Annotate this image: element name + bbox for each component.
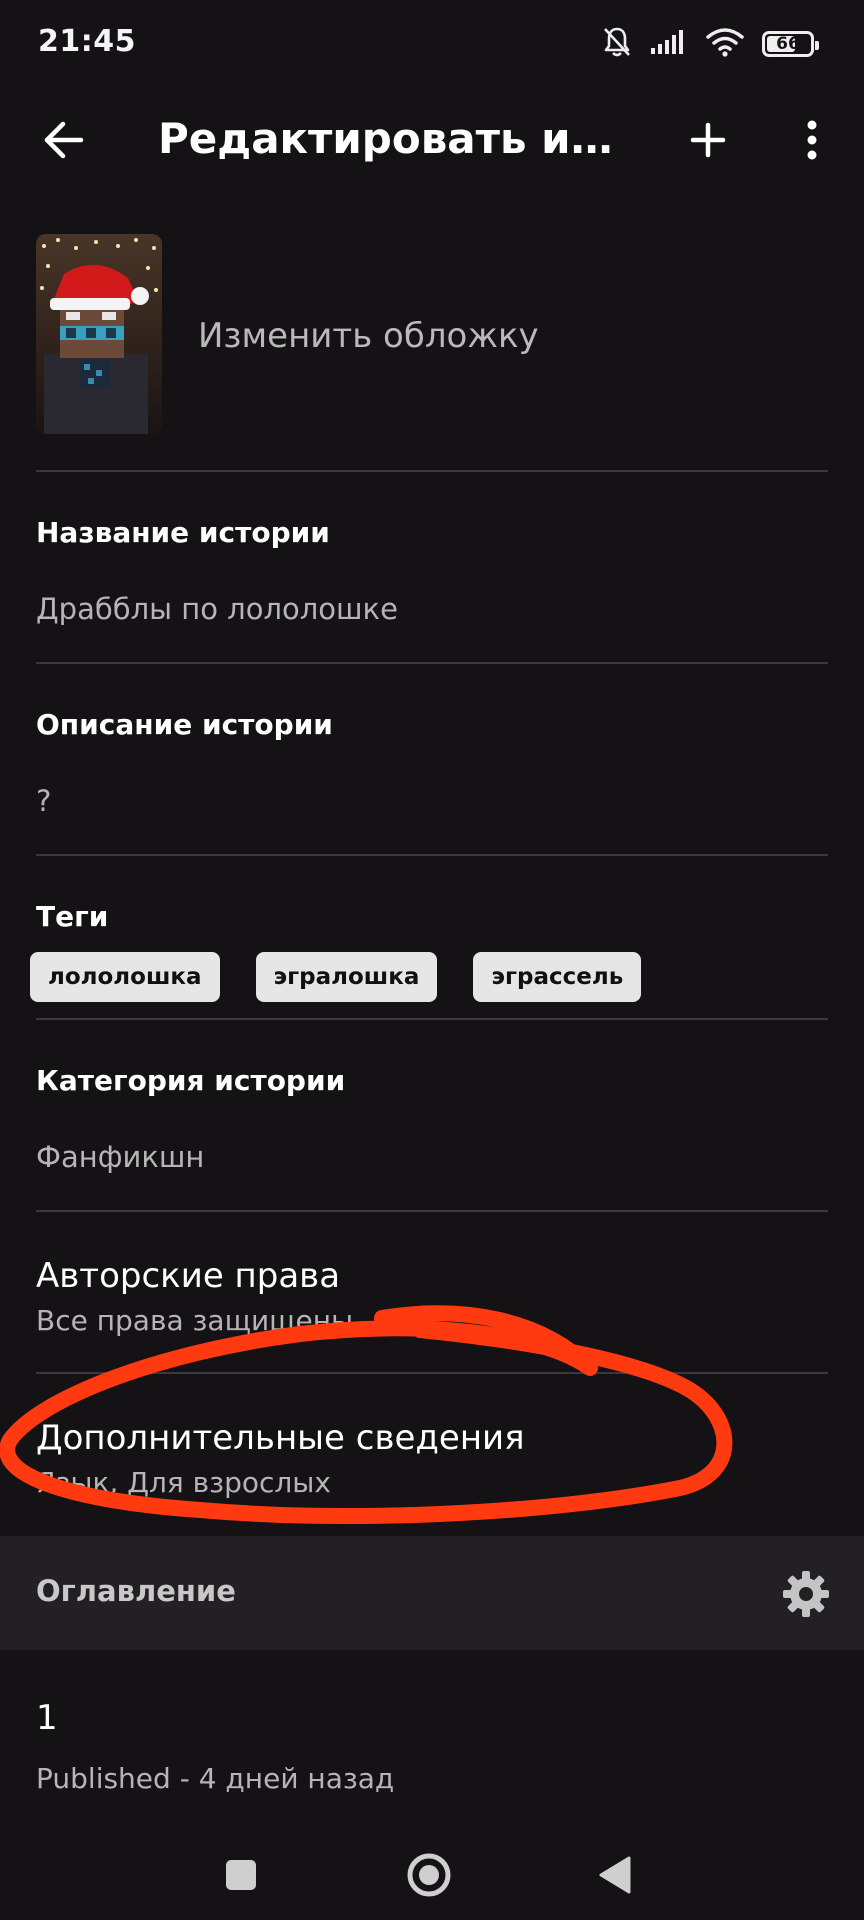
battery-level: 66	[776, 34, 800, 54]
category-label: Категория истории	[36, 1064, 346, 1097]
app-bar: Редактировать история	[0, 100, 864, 180]
divider	[36, 470, 828, 472]
triangle-back-icon	[599, 1856, 631, 1894]
cover-image[interactable]	[36, 234, 162, 434]
story-description-label: Описание истории	[36, 708, 333, 741]
divider	[36, 1210, 828, 1212]
divider	[36, 662, 828, 664]
category-value[interactable]: Фанфикшн	[36, 1140, 204, 1174]
story-title-label: Название истории	[36, 516, 330, 549]
status-time: 21:45	[38, 24, 136, 59]
edit-story-screen: 21:45 66 Редактировать ист Изменить обло…	[0, 0, 864, 1920]
signal-icon	[650, 29, 688, 59]
page-title: Редактировать история	[158, 114, 618, 163]
back-arrow-icon	[44, 121, 84, 159]
home-button[interactable]	[394, 1840, 464, 1910]
recents-button[interactable]	[206, 1840, 276, 1910]
tag-chip[interactable]: эгралошка	[255, 952, 438, 1002]
toc-label: Оглавление	[36, 1574, 236, 1608]
status-icons: 66	[602, 26, 819, 62]
tag-chip[interactable]: эграссель	[473, 952, 642, 1002]
divider	[36, 1018, 828, 1020]
system-nav-bar	[0, 1830, 864, 1920]
back-button[interactable]	[36, 112, 92, 168]
plus-icon	[690, 122, 726, 158]
back-nav-button[interactable]	[580, 1840, 650, 1910]
wifi-icon	[706, 27, 744, 61]
toc-settings-button[interactable]	[776, 1564, 836, 1624]
bell-off-icon	[602, 26, 632, 62]
copyright-value: Все права защищены	[36, 1304, 354, 1337]
additional-info-label: Дополнительные сведения	[36, 1418, 525, 1458]
change-cover-row[interactable]: Изменить обложку	[0, 230, 864, 440]
copyright-label: Авторские права	[36, 1256, 341, 1296]
square-icon	[226, 1860, 256, 1890]
circle-icon	[407, 1853, 451, 1897]
add-part-button[interactable]	[680, 112, 736, 168]
more-options-button[interactable]	[784, 112, 840, 168]
chapter-status: Published - 4 дней назад	[36, 1762, 395, 1795]
status-bar: 21:45 66	[0, 0, 864, 90]
tags-list: лололошка эгралошка эграссель	[30, 952, 642, 1002]
chapter-title: 1	[36, 1698, 58, 1738]
gear-icon	[783, 1571, 829, 1617]
divider	[36, 1372, 828, 1374]
battery-icon: 66	[762, 31, 819, 57]
tag-chip[interactable]: лололошка	[30, 952, 220, 1002]
divider	[36, 854, 828, 856]
additional-info-value: Язык, Для взрослых	[36, 1466, 331, 1499]
story-title-value[interactable]: Драбблы по лололошке	[36, 592, 398, 626]
toc-header: Оглавление	[0, 1536, 864, 1650]
story-description-value[interactable]: ?	[36, 784, 51, 818]
change-cover-label[interactable]: Изменить обложку	[198, 316, 539, 356]
tags-label: Теги	[36, 900, 109, 933]
more-vertical-icon	[807, 120, 817, 160]
